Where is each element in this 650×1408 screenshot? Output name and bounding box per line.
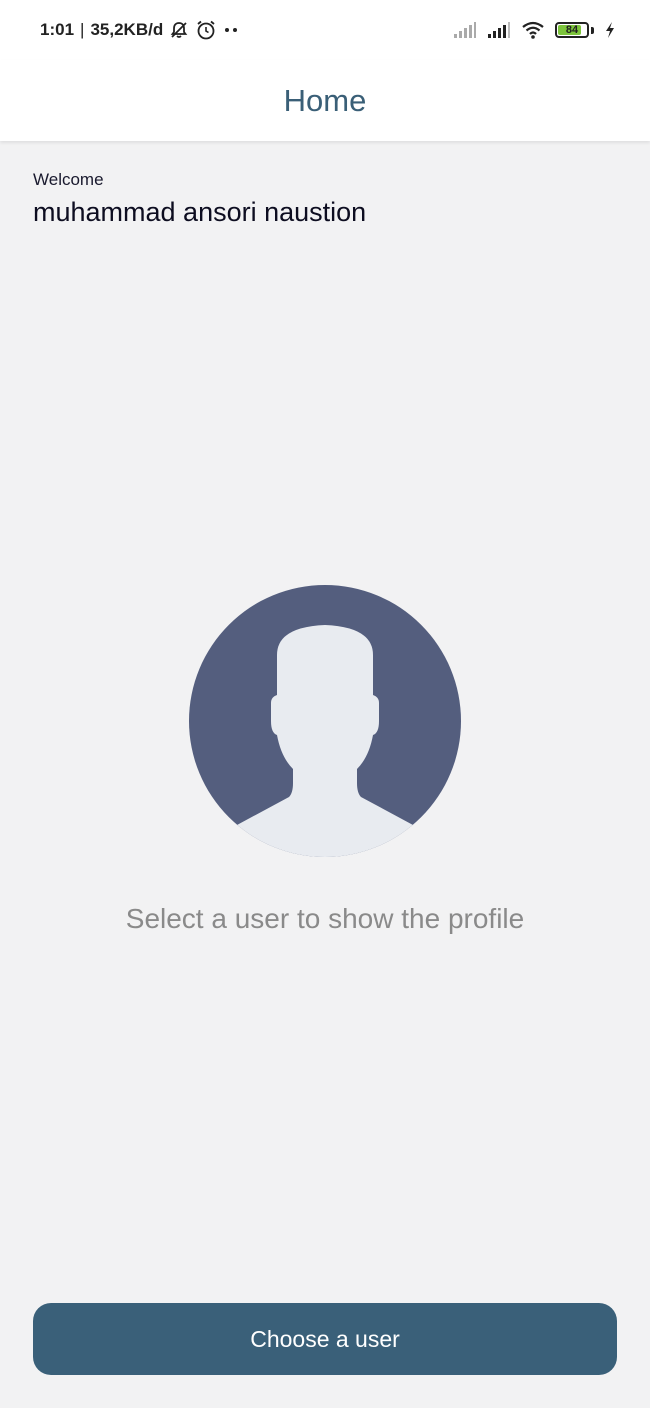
choose-user-button[interactable]: Choose a user (33, 1303, 617, 1375)
app-bar: Home (0, 60, 650, 141)
alarm-icon (195, 19, 217, 41)
notifications-off-icon (169, 20, 189, 40)
wifi-icon (521, 20, 545, 40)
more-dots-icon (223, 26, 239, 34)
charging-icon (604, 21, 616, 39)
battery-level: 84 (565, 24, 579, 36)
empty-state-message: Select a user to show the profile (125, 903, 525, 934)
user-name: muhammad ansori naustion (33, 197, 367, 227)
status-left: 1:01 | 35,2KB/d (40, 19, 239, 41)
status-bar: 1:01 | 35,2KB/d 84 (0, 0, 650, 60)
status-time: 1:01 (40, 20, 75, 39)
signal-icon (453, 21, 477, 39)
status-separator: | (80, 20, 85, 39)
battery-icon: 84 (555, 22, 589, 38)
network-speed: 35,2KB/d (90, 20, 164, 39)
battery-cap (591, 26, 594, 34)
battery-body: 84 (555, 22, 589, 38)
page-title: Home (283, 82, 367, 118)
status-right: 84 (453, 20, 616, 40)
welcome-label: Welcome (33, 170, 104, 189)
signal-icon (487, 21, 511, 39)
user-avatar-placeholder-icon (189, 585, 461, 857)
